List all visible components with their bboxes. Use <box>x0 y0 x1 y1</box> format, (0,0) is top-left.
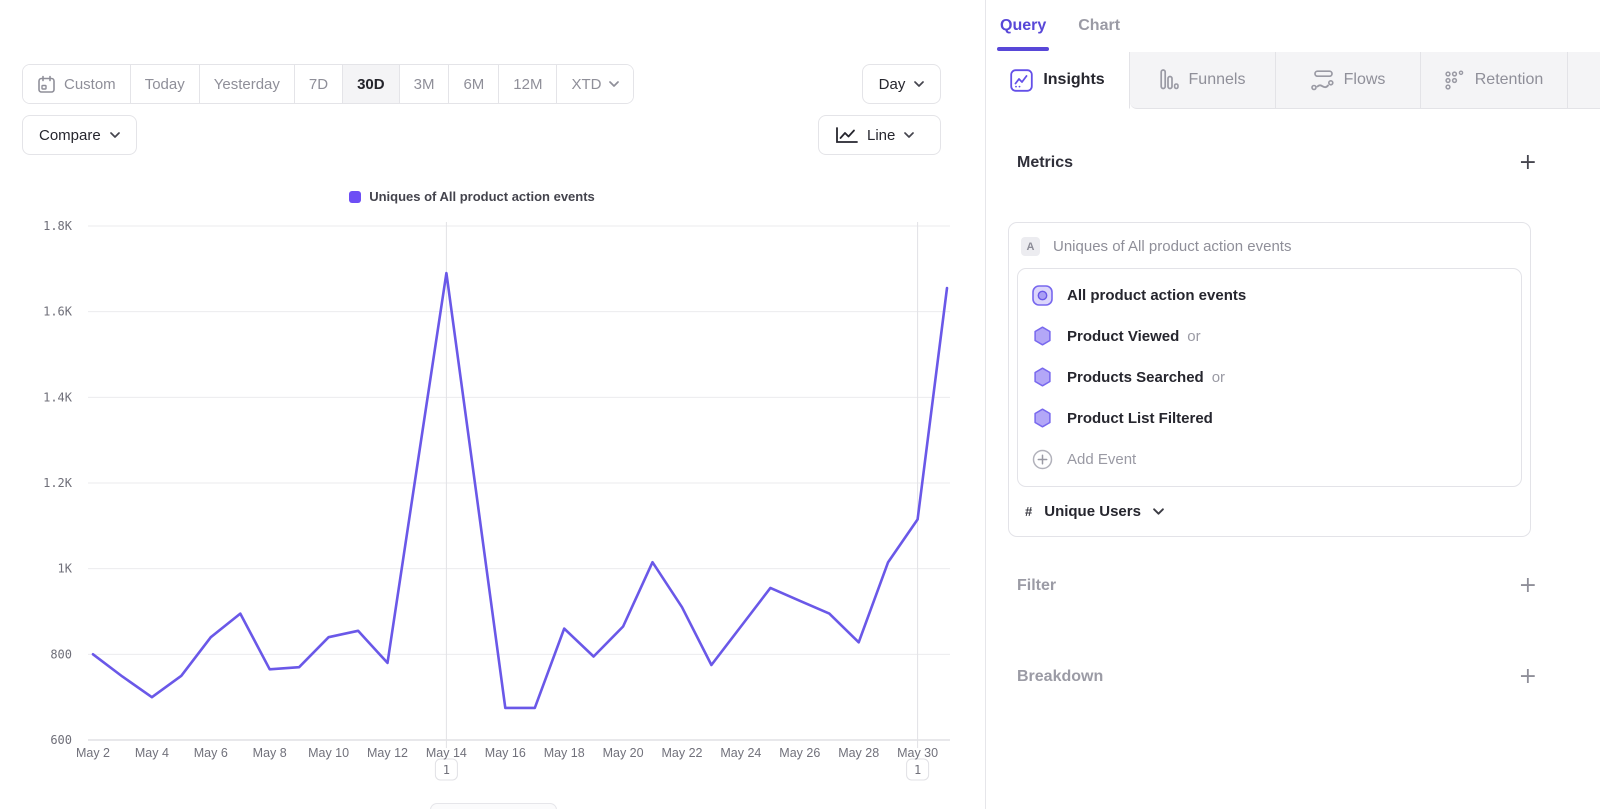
bottom-partial-widget[interactable] <box>430 803 557 809</box>
flows-icon <box>1311 70 1334 91</box>
y-axis-tick-label: 1.4K <box>43 390 73 404</box>
y-axis-tick-label: 1K <box>58 562 73 576</box>
aggregation-dropdown[interactable]: # Unique Users <box>1017 487 1522 522</box>
filter-section: Filter + <box>1017 575 1537 597</box>
report-tab-insights[interactable]: Insights <box>986 52 1130 109</box>
y-axis-tick-label: 800 <box>50 647 72 661</box>
x-axis-tick-label: May 22 <box>662 746 703 760</box>
aggregation-label: Unique Users <box>1044 503 1141 520</box>
event-name: Product Viewed <box>1067 328 1179 345</box>
filter-heading: Filter <box>1017 577 1056 595</box>
pane-tabs: Query Chart <box>986 0 1600 52</box>
event-hexagon-icon <box>1032 408 1053 429</box>
x-axis-tick-label: May 26 <box>779 746 820 760</box>
tab-chart[interactable]: Chart <box>1078 0 1120 52</box>
event-row[interactable]: All product action events <box>1018 275 1521 316</box>
x-axis-tick-label: May 28 <box>838 746 879 760</box>
x-axis-tick-label: May 4 <box>135 746 169 760</box>
metric-card-header[interactable]: A Uniques of All product action events <box>1017 235 1522 268</box>
circle-plus-icon <box>1032 449 1053 470</box>
y-axis-tick-label: 600 <box>50 733 72 747</box>
x-axis-tick-label: May 2 <box>76 746 110 760</box>
event-name: Products Searched <box>1067 369 1204 386</box>
event-operator: or <box>1212 369 1225 386</box>
event-row[interactable]: Products Searched or <box>1018 357 1521 398</box>
add-metric-button[interactable]: + <box>1519 152 1537 174</box>
app-root: CustomTodayYesterday7D30D3M6M12MXTD Day … <box>0 0 1600 809</box>
x-axis-tick-label: May 12 <box>367 746 408 760</box>
annotation-marker-label: 1 <box>914 763 921 777</box>
report-tab-funnels[interactable]: Funnels <box>1130 52 1276 109</box>
report-tabs-filler <box>1568 52 1600 109</box>
event-all-events-icon <box>1032 285 1053 306</box>
funnels-icon <box>1160 69 1179 91</box>
report-tab-label: Flows <box>1344 71 1386 89</box>
breakdown-section: Breakdown + <box>1017 666 1537 688</box>
event-hexagon-icon <box>1032 326 1053 347</box>
x-axis-tick-label: May 16 <box>485 746 526 760</box>
metric-title: Uniques of All product action events <box>1053 238 1291 255</box>
events-list: All product action events Product Viewed o… <box>1017 268 1522 487</box>
y-axis-tick-label: 1.8K <box>43 219 73 233</box>
x-axis-tick-label: May 24 <box>720 746 761 760</box>
y-axis-tick-label: 1.6K <box>43 305 73 319</box>
annotation-marker-label: 1 <box>443 763 450 777</box>
x-axis-tick-label: May 20 <box>603 746 644 760</box>
series-line[interactable] <box>93 273 947 708</box>
hash-icon: # <box>1025 504 1032 519</box>
x-axis-tick-label: May 18 <box>544 746 585 760</box>
report-tab-label: Funnels <box>1189 71 1246 89</box>
add-breakdown-button[interactable]: + <box>1519 666 1537 688</box>
event-row[interactable]: Product List Filtered <box>1018 398 1521 439</box>
line-chart[interactable]: 600 800 1K 1.2K 1.4K 1.6K 1.8K 1 1 May 2 May 4 May … <box>0 0 985 809</box>
report-tab-label: Insights <box>1043 71 1104 89</box>
report-tab-flows[interactable]: Flows <box>1276 52 1421 109</box>
event-row[interactable]: Product Viewed or <box>1018 316 1521 357</box>
event-hexagon-icon <box>1032 367 1053 388</box>
y-axis-tick-label: 1.2K <box>43 476 73 490</box>
breakdown-heading: Breakdown <box>1017 668 1103 686</box>
metric-letter-badge: A <box>1021 237 1040 256</box>
chevron-down-icon <box>1153 508 1164 515</box>
metric-card: A Uniques of All product action events A… <box>1008 222 1531 537</box>
event-operator: or <box>1187 328 1200 345</box>
add-event-label: Add Event <box>1067 451 1136 468</box>
event-name: All product action events <box>1067 287 1246 304</box>
add-event-button[interactable]: Add Event <box>1018 439 1521 480</box>
tab-query-label: Query <box>1000 17 1046 35</box>
add-filter-button[interactable]: + <box>1519 575 1537 597</box>
query-builder-pane: Query Chart Insights Funnels Flows Retentio… <box>985 0 1600 809</box>
insights-icon <box>1010 69 1033 92</box>
report-type-tabs: Insights Funnels Flows Retention <box>986 52 1600 109</box>
x-axis-tick-label: May 30 <box>897 746 938 760</box>
x-axis-tick-label: May 14 <box>426 746 467 760</box>
x-axis-tick-label: May 8 <box>253 746 287 760</box>
report-tab-retention[interactable]: Retention <box>1421 52 1568 109</box>
metrics-header: Metrics + <box>1017 152 1537 174</box>
chart-pane: CustomTodayYesterday7D30D3M6M12MXTD Day … <box>0 0 985 809</box>
event-name: Product List Filtered <box>1067 410 1213 427</box>
report-tab-label: Retention <box>1475 71 1544 89</box>
x-axis-tick-label: May 6 <box>194 746 228 760</box>
retention-icon <box>1445 70 1465 91</box>
x-axis-tick-label: May 10 <box>308 746 349 760</box>
metrics-heading: Metrics <box>1017 154 1073 172</box>
tab-query[interactable]: Query <box>1000 0 1046 52</box>
tab-chart-label: Chart <box>1078 17 1120 35</box>
